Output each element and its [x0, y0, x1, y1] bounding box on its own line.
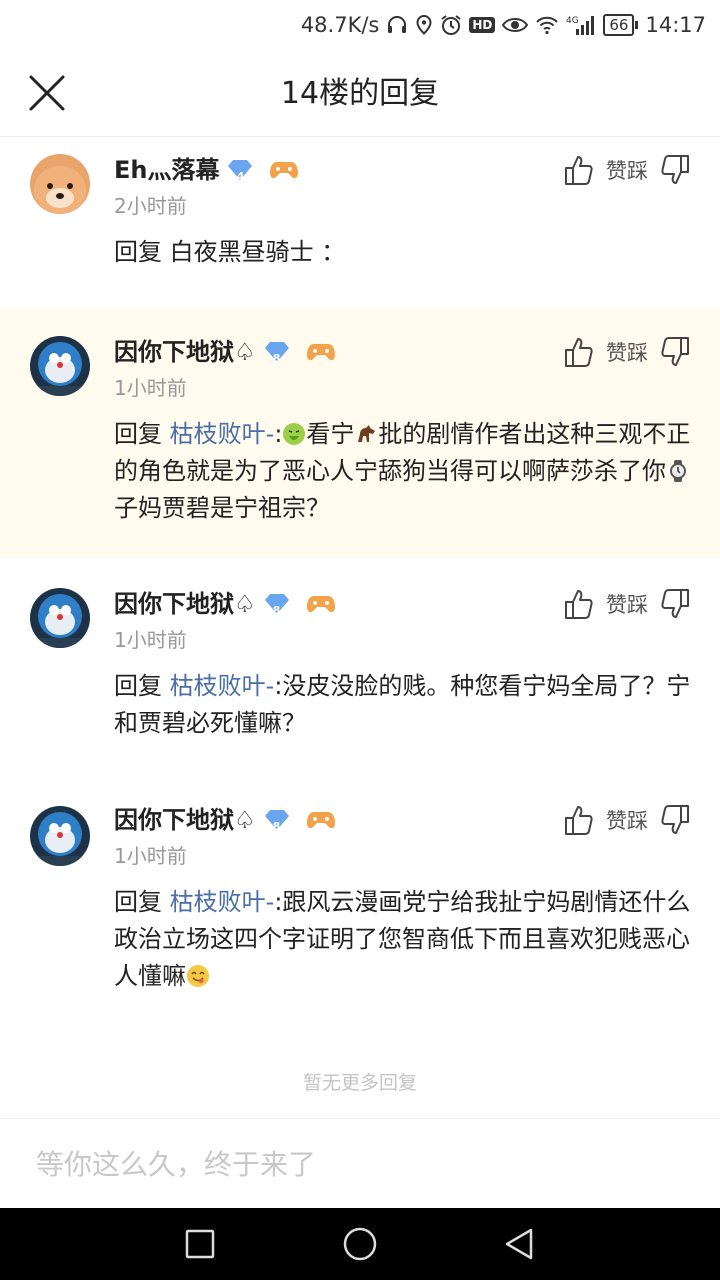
reply-prefix: 回复: [114, 420, 170, 448]
reply-item-highlighted: 因你下地狱♤ 8 1小时前 赞踩 回复 枯枝败叶-: 看宁 批的剧情作者出这种三观不…: [0, 308, 720, 558]
reply-prefix: 回复: [114, 672, 170, 700]
reply-text: 看宁: [306, 420, 355, 448]
gamepad-icon: [306, 808, 336, 832]
vote-actions: 赞踩: [564, 336, 690, 368]
page-title: 14楼的回复: [280, 76, 440, 111]
vote-label: 赞踩: [606, 341, 648, 365]
reply-item: Eh灬落幕 4 2小时前 赞踩 回复 白夜黑昼骑士 ：: [0, 136, 720, 308]
page-header: 14楼的回复: [0, 50, 720, 137]
gamepad-icon: [269, 158, 299, 182]
gamepad-icon: [306, 592, 336, 616]
vomit-emoji-icon: [282, 420, 306, 445]
reply-content: 回复 枯枝败叶-:没皮没脸的贱。种您看宁妈全局了？宁和贾碧必死懂嘛？: [114, 668, 694, 742]
avatar[interactable]: [30, 588, 90, 648]
comment-input-placeholder[interactable]: 等你这么久，终于来了: [36, 1147, 316, 1183]
vote-actions: 赞踩: [564, 588, 690, 620]
signal-icon: 4G: [566, 14, 596, 36]
reply-time: 2小时前: [114, 194, 187, 218]
reply-target-link[interactable]: 枯枝败叶-: [170, 888, 275, 916]
username-row: 因你下地狱♤ 8: [114, 804, 336, 836]
diamond-icon: 8: [264, 809, 290, 833]
avatar[interactable]: [30, 806, 90, 866]
thumb-down-icon[interactable]: [660, 804, 690, 836]
no-more-replies: 暂无更多回复: [302, 1072, 417, 1094]
watch-emoji-icon: [666, 457, 690, 482]
thumb-up-icon[interactable]: [564, 154, 594, 186]
reply-target-link[interactable]: 枯枝败叶-: [170, 672, 275, 700]
level-number: 8: [272, 352, 281, 365]
reply-time: 1小时前: [114, 628, 187, 652]
avatar[interactable]: [30, 154, 90, 214]
level-number: 8: [272, 820, 281, 833]
reply-text: 子妈贾碧是宁祖宗？: [114, 494, 330, 522]
username[interactable]: 因你下地狱♤: [114, 336, 256, 368]
username[interactable]: Eh灬落幕: [114, 154, 219, 186]
reply-prefix: 回复 白夜黑昼骑士 ：: [114, 238, 346, 266]
reply-content: 回复 枯枝败叶-: 看宁 批的剧情作者出这种三观不正的角色就是为了恶心人宁舔狗当得可…: [114, 416, 694, 527]
thumb-up-icon[interactable]: [564, 336, 594, 368]
username-row: 因你下地狱♤ 8: [114, 336, 336, 368]
reply-item: 因你下地狱♤ 8 1小时前 赞踩 回复 枯枝败叶-:没皮没脸的贱。种您看宁妈全局…: [0, 558, 720, 778]
home-icon[interactable]: [342, 1226, 378, 1262]
diamond-icon: 8: [264, 341, 290, 365]
status-bar: 48.7K/s HD 4G 66 14:17: [0, 0, 720, 50]
reply-item: 因你下地狱♤ 8 1小时前 赞踩 回复 枯枝败叶-:跟风云漫画党宁给我扯宁妈剧情…: [0, 778, 720, 1038]
location-icon: [415, 14, 433, 36]
wifi-icon: [535, 15, 559, 35]
level-number: 4: [236, 170, 245, 183]
battery-icon: 66: [603, 14, 639, 36]
horse-emoji-icon: [354, 420, 378, 444]
eye-icon: [502, 16, 529, 34]
vote-label: 赞踩: [606, 159, 648, 183]
back-icon[interactable]: [502, 1226, 538, 1262]
yum-emoji-icon: [186, 962, 210, 987]
level-number: 8: [272, 604, 281, 617]
reply-text: :: [274, 420, 283, 448]
comment-input-bar[interactable]: 等你这么久，终于来了: [0, 1118, 720, 1209]
battery-level: 66: [603, 14, 635, 36]
reply-prefix: 回复: [114, 888, 170, 916]
username-row: 因你下地狱♤ 8: [114, 588, 336, 620]
thumb-down-icon[interactable]: [660, 336, 690, 368]
avatar[interactable]: [30, 336, 90, 396]
diamond-icon: 8: [264, 593, 290, 617]
vote-label: 赞踩: [606, 809, 648, 833]
alarm-icon: [440, 14, 462, 36]
headset-icon: [386, 14, 408, 36]
thumb-up-icon[interactable]: [564, 804, 594, 836]
clock: 14:17: [645, 13, 706, 37]
hd-badge: HD: [469, 17, 496, 33]
recent-apps-icon[interactable]: [182, 1226, 218, 1262]
svg-text:4G: 4G: [566, 16, 579, 26]
username[interactable]: 因你下地狱♤: [114, 588, 256, 620]
username[interactable]: 因你下地狱♤: [114, 804, 256, 836]
thumb-down-icon[interactable]: [660, 588, 690, 620]
reply-target-link[interactable]: 枯枝败叶-: [170, 420, 275, 448]
reply-content: 回复 枯枝败叶-:跟风云漫画党宁给我扯宁妈剧情还什么政治立场这四个字证明了您智商…: [114, 884, 694, 995]
vote-label: 赞踩: [606, 593, 648, 617]
username-row: Eh灬落幕 4: [114, 154, 299, 186]
network-speed: 48.7K/s: [300, 13, 380, 37]
vote-actions: 赞踩: [564, 154, 690, 186]
system-nav-bar: [0, 1208, 720, 1280]
gamepad-icon: [306, 340, 336, 364]
vote-actions: 赞踩: [564, 804, 690, 836]
reply-time: 1小时前: [114, 844, 187, 868]
reply-time: 1小时前: [114, 376, 187, 400]
diamond-icon: 4: [227, 159, 253, 183]
reply-content: 回复 白夜黑昼骑士 ：: [114, 234, 694, 271]
thumb-up-icon[interactable]: [564, 588, 594, 620]
thumb-down-icon[interactable]: [660, 154, 690, 186]
